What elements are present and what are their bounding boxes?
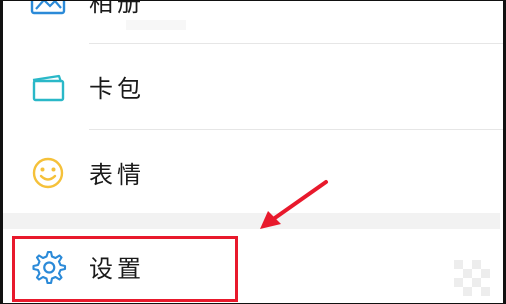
gear-icon [28, 247, 68, 287]
menu-item-album[interactable]: 相册 [3, 0, 500, 43]
menu-item-label: 表情 [89, 160, 145, 189]
menu-item-label: 设置 [89, 254, 145, 283]
menu-item-card-wallet[interactable]: 卡包 [3, 45, 500, 129]
menu-item-label: 卡包 [89, 74, 145, 103]
menu-item-stickers[interactable]: 表情 [3, 131, 500, 215]
ghost-text [126, 20, 186, 30]
watermark-icon [454, 260, 490, 296]
menu-item-settings[interactable]: 设置 [3, 229, 500, 304]
divider [89, 129, 503, 130]
card-wallet-icon [28, 67, 68, 107]
photo-album-icon [28, 0, 68, 21]
section-gap [3, 213, 500, 229]
smiley-face-icon [28, 153, 68, 193]
divider [89, 43, 503, 44]
